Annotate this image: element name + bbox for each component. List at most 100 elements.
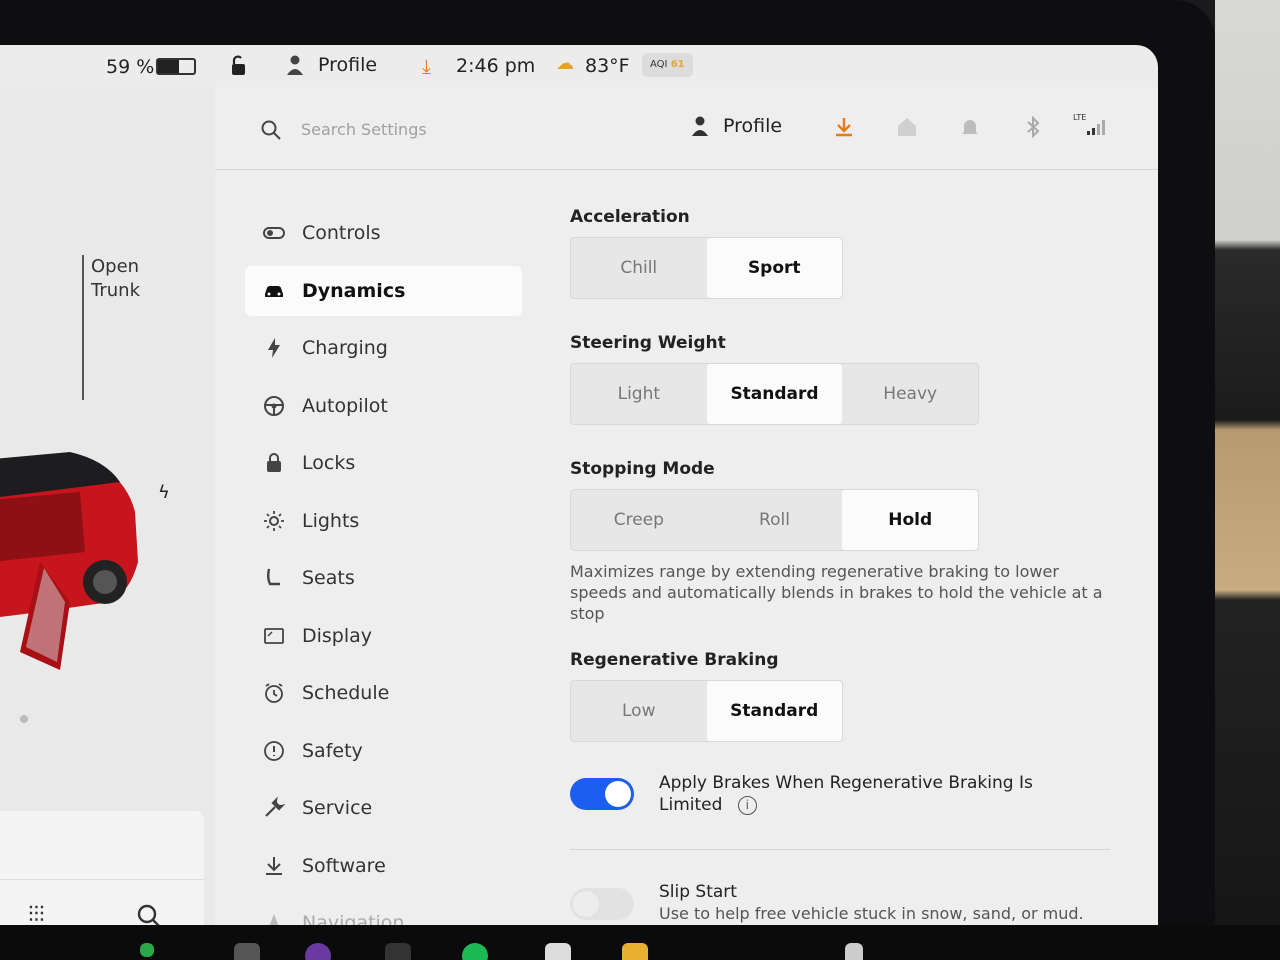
open-trunk-button[interactable]: Open Trunk [91,255,140,303]
nav-item-dynamics[interactable]: Dynamics [245,265,522,316]
steering-standard-button[interactable]: Standard [706,364,843,424]
header-profile-label: Profile [723,115,783,137]
clock-icon [265,683,283,704]
dynamics-content: Acceleration Chill Sport Steering Weight… [570,207,1110,923]
spotify-icon[interactable] [462,943,488,960]
nav-label: Seats [302,567,355,590]
regen-braking-label: Regenerative Braking [570,650,779,670]
download-icon[interactable]: ⤓ [422,54,431,78]
aqi-label: AQI [650,59,668,70]
regen-standard-button[interactable]: Standard [706,681,842,741]
nav-label: Charging [302,337,388,360]
steering-weight-selector: Light Standard Heavy [570,363,979,425]
stopping-hold-button[interactable]: Hold [842,490,979,550]
nav-item-locks[interactable]: Locks [245,435,522,493]
aqi-badge[interactable]: AQI 61 [642,53,693,77]
nav-item-autopilot[interactable]: Autopilot [245,377,522,435]
bell-icon[interactable] [958,115,982,139]
status-profile[interactable]: Profile [286,54,377,76]
nav-item-charging[interactable]: Charging [245,320,522,378]
search-settings-input[interactable] [301,113,601,145]
acceleration-label: Acceleration [570,207,690,227]
sliders-icon[interactable]: ⫶⫶⫶ [28,903,45,925]
lte-label: LTE [1073,113,1087,122]
slip-start-label: Slip Start [659,882,737,902]
stopping-mode-selector: Creep Roll Hold [570,489,979,551]
nav-item-schedule[interactable]: Schedule [245,665,522,723]
car-image[interactable] [0,442,145,672]
slip-start-toggle[interactable] [570,888,634,920]
outside-temperature: 83°F [585,55,630,77]
download-icon [266,856,282,875]
unlock-icon[interactable] [228,55,248,77]
aqi-value: 61 [670,59,685,70]
stopping-roll-button[interactable]: Roll [707,490,843,550]
charge-port-icon[interactable]: ϟ [158,482,170,503]
steering-light-button[interactable]: Light [571,364,707,424]
nav-item-seats[interactable]: Seats [245,550,522,608]
toggle-icon [263,226,285,239]
person-icon [692,116,708,136]
clock-time: 2:46 pm [456,55,536,77]
nav-item-software[interactable]: Software [245,837,522,895]
nav-item-display[interactable]: Display [245,607,522,665]
nav-item-lights[interactable]: Lights [245,492,522,550]
nav-item-navigation[interactable]: Navigation [245,895,522,925]
trunk-pointer-line [82,255,84,400]
nav-label: Service [302,797,373,820]
apply-brakes-toggle[interactable] [570,778,634,810]
lte-signal-icon: LTE [1073,113,1109,139]
regen-braking-selector: Low Standard [570,680,843,742]
podcast-icon[interactable] [305,943,331,960]
app-icon[interactable] [385,943,411,960]
settings-header: Profile LTE [215,87,1158,170]
nav-label: Software [302,854,386,877]
alert-icon [264,740,284,761]
acceleration-selector: Chill Sport [570,237,843,299]
slip-start-row: Slip Start Use to help free vehicle stuc… [570,882,1110,923]
app-icon[interactable] [234,943,260,960]
header-profile[interactable]: Profile [691,115,782,137]
trunk-label-line2: Trunk [91,280,140,301]
nav-label: Controls [302,221,381,244]
settings-nav: Controls Dynamics Charging Autopilot Loc… [245,204,522,925]
calendar-icon[interactable] [545,943,571,960]
battery-icon [156,58,196,75]
display-icon [264,627,284,644]
nav-item-controls[interactable]: Controls [245,204,522,262]
regen-low-button[interactable]: Low [571,681,707,741]
bluetooth-icon[interactable] [1021,115,1045,139]
toybox-icon[interactable] [622,943,648,960]
phone-icon[interactable] [140,943,154,957]
info-icon[interactable]: i [737,795,757,815]
nav-label: Safety [302,739,363,762]
acceleration-sport-button[interactable]: Sport [706,238,842,298]
weather-icon: ☁ [556,53,574,74]
nav-label: Lights [302,509,360,532]
nav-label: Display [302,624,373,647]
car-tools-panel: ⫶⫶⫶ [0,811,204,925]
nav-item-service[interactable]: Service [245,780,522,838]
apply-brakes-row: Apply Brakes When Regenerative Braking I… [570,772,1110,850]
nav-item-safety[interactable]: Safety [245,722,522,780]
volume-icon[interactable] [845,943,863,960]
acceleration-chill-button[interactable]: Chill [571,238,707,298]
app-dock [0,925,1280,960]
steering-heavy-button[interactable]: Heavy [842,364,978,424]
nav-label: Dynamics [302,279,406,302]
trunk-label-line1: Open [91,256,140,277]
download-icon[interactable] [832,115,856,139]
car-icon [265,285,283,297]
bolt-icon [268,338,280,359]
status-bar: 59 % Profile ⤓ 2:46 pm ☁ 83°F AQI 61 [0,45,1158,87]
person-icon [287,55,303,75]
seat-icon [267,568,280,586]
home-icon[interactable] [895,115,919,139]
touchscreen: 59 % Profile ⤓ 2:46 pm ☁ 83°F AQI 61 Ope… [0,45,1158,925]
page-dot [20,715,28,723]
settings-panel: Profile LTE Controls Dynamics Ch [215,87,1158,925]
car-panel: Open Trunk ϟ ⫶⫶⫶ [0,87,215,925]
stopping-creep-button[interactable]: Creep [571,490,707,550]
nav-label: Locks [302,452,356,475]
search-icon[interactable] [136,903,162,925]
